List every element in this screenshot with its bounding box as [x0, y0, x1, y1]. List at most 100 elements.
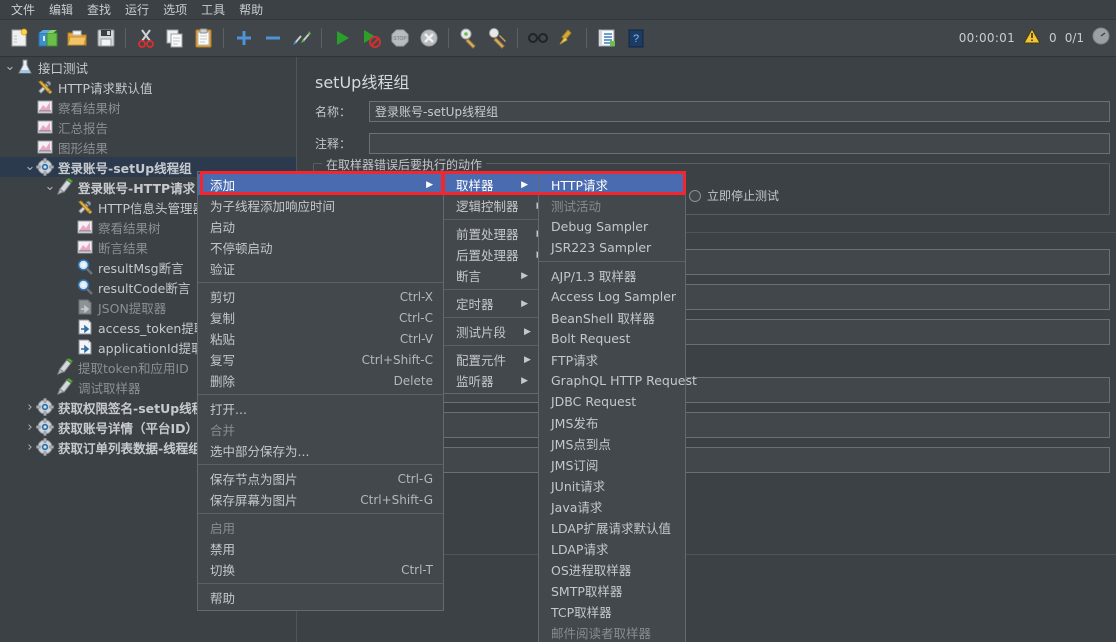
paste-icon[interactable] — [190, 25, 217, 52]
menu-item[interactable]: 选中部分保存为... — [198, 440, 443, 461]
function-helper-icon[interactable] — [593, 25, 620, 52]
menu-item[interactable]: 测试活动 — [539, 195, 685, 216]
menu-file[interactable]: 文件 — [4, 1, 42, 19]
menu-item[interactable]: Java请求 — [539, 496, 685, 517]
menu-item[interactable]: TCP取样器 — [539, 601, 685, 622]
tree-context-menu[interactable]: 添加 ▶ 为子线程添加响应时间 启动 不停顿启动 验证剪切 Ctrl-X 复制 Ctrl-C 粘贴… — [197, 171, 444, 611]
menu-item[interactable]: 后置处理器▶ — [444, 244, 543, 265]
comment-input[interactable] — [369, 133, 1110, 154]
save-icon[interactable] — [92, 25, 119, 52]
stop-test-now-radio-row[interactable]: 立即停止测试 — [689, 187, 779, 204]
tree-node[interactable]: ⌄ 接口测试 — [0, 57, 296, 77]
copy-icon[interactable] — [161, 25, 188, 52]
clear-all-icon[interactable] — [484, 25, 511, 52]
menu-item[interactable]: 验证 — [198, 258, 443, 279]
add-submenu[interactable]: 取样器▶逻辑控制器▶ 前置处理器▶后置处理器▶断言▶ 定时器▶ 测试片段▶ 配置元件▶监… — [443, 171, 543, 394]
menu-item[interactable]: JMS发布 — [539, 412, 685, 433]
toolbar-separator — [125, 28, 126, 48]
menu-item[interactable]: 启用 — [198, 517, 443, 538]
menu-item[interactable]: Access Log Sampler — [539, 286, 685, 307]
menu-item[interactable]: Bolt Request — [539, 328, 685, 349]
toggle-icon[interactable] — [288, 25, 315, 52]
tree-node[interactable]: 汇总报告 — [0, 117, 296, 137]
menu-item[interactable]: 粘贴 Ctrl-V — [198, 328, 443, 349]
collapse-all-icon[interactable] — [259, 25, 286, 52]
chevron-down-icon[interactable]: ⌄ — [4, 57, 16, 77]
search-icon[interactable] — [524, 25, 551, 52]
menu-item[interactable]: JMS订阅 — [539, 454, 685, 475]
menu-item[interactable]: 帮助 — [198, 587, 443, 608]
menu-item[interactable]: 邮件阅读者取样器 — [539, 622, 685, 642]
menu-item[interactable]: 启动 — [198, 216, 443, 237]
menu-run[interactable]: 运行 — [118, 1, 156, 19]
tree-node[interactable]: HTTP请求默认值 — [0, 77, 296, 97]
menu-item[interactable]: 保存节点为图片 Ctrl-G — [198, 468, 443, 489]
menu-item[interactable]: 断言 ▶ — [444, 265, 538, 286]
menu-item[interactable]: AJP/1.3 取样器 — [539, 265, 685, 286]
menu-item[interactable]: FTP请求 — [539, 349, 685, 370]
expand-all-icon[interactable] — [230, 25, 257, 52]
menu-item[interactable]: 为子线程添加响应时间 — [198, 195, 443, 216]
menu-item[interactable]: 前置处理器▶ — [444, 223, 543, 244]
menu-item[interactable]: JSR223 Sampler — [539, 237, 685, 258]
menu-item[interactable]: LDAP请求 — [539, 538, 685, 559]
menu-tools[interactable]: 工具 — [194, 1, 232, 19]
menu-item[interactable]: LDAP扩展请求默认值 — [539, 517, 685, 538]
menu-item[interactable]: 监听器 ▶ — [444, 370, 538, 391]
templates-icon[interactable] — [34, 25, 61, 52]
menu-item[interactable]: 保存屏幕为图片 Ctrl+Shift-G — [198, 489, 443, 510]
sampler-submenu[interactable]: HTTP请求 测试活动 Debug Sampler JSR223 Sampler AJP… — [538, 171, 697, 642]
menu-item[interactable]: 删除 Delete — [198, 370, 443, 391]
menu-search[interactable]: 查找 — [80, 1, 118, 19]
menu-item[interactable]: 合并 — [198, 419, 443, 440]
menu-item-label: 逻辑控制器 — [456, 199, 519, 214]
menu-item[interactable]: 取样器 ▶ — [444, 174, 538, 195]
chevron-right-icon[interactable]: › — [24, 437, 36, 457]
menu-item[interactable]: 复写 Ctrl+Shift-C — [198, 349, 443, 370]
tree-node[interactable]: 察看结果树 — [0, 97, 296, 117]
tree-node-label: applicationId提取 — [98, 340, 204, 356]
menu-item[interactable]: 剪切 Ctrl-X — [198, 286, 443, 307]
chevron-right-icon[interactable]: › — [24, 417, 36, 437]
search-reset-icon[interactable] — [553, 25, 580, 52]
menu-item[interactable]: 切换 Ctrl-T — [198, 559, 443, 580]
shutdown-icon[interactable] — [415, 25, 442, 52]
tree-node[interactable]: 图形结果 — [0, 137, 296, 157]
cut-icon[interactable] — [132, 25, 159, 52]
menu-item[interactable]: 测试片段 ▶ — [444, 321, 538, 342]
name-input[interactable]: 登录账号-setUp线程组 — [369, 101, 1110, 122]
menu-item[interactable]: SMTP取样器 — [539, 580, 685, 601]
menu-item[interactable]: HTTP请求 — [539, 174, 685, 195]
start-icon[interactable] — [328, 25, 355, 52]
menu-edit[interactable]: 编辑 — [42, 1, 80, 19]
menu-item[interactable]: OS进程取样器 — [539, 559, 685, 580]
menu-item[interactable]: 定时器 ▶ — [444, 293, 538, 314]
chevron-down-icon[interactable]: ⌄ — [24, 157, 36, 177]
menu-item[interactable]: 不停顿启动 — [198, 237, 443, 258]
menu-help[interactable]: 帮助 — [232, 1, 270, 19]
menu-item[interactable]: JMS点到点 — [539, 433, 685, 454]
menu-item[interactable]: 添加 ▶ — [198, 174, 443, 195]
open-folder-icon[interactable] — [63, 25, 90, 52]
help-icon[interactable]: ? — [622, 25, 649, 52]
menu-item[interactable]: 打开... — [198, 398, 443, 419]
stop-icon[interactable]: STOP — [386, 25, 413, 52]
menu-item[interactable]: BeanShell 取样器 — [539, 307, 685, 328]
menu-options[interactable]: 选项 — [156, 1, 194, 19]
menu-item[interactable]: 复制 Ctrl-C — [198, 307, 443, 328]
chevron-down-icon[interactable]: ⌄ — [44, 177, 56, 197]
start-no-pause-icon[interactable] — [357, 25, 384, 52]
warning-triangle-icon[interactable] — [1023, 27, 1041, 49]
menu-item[interactable]: 逻辑控制器▶ — [444, 195, 543, 216]
new-document-icon[interactable] — [5, 25, 32, 52]
menu-item[interactable]: GraphQL HTTP Request — [539, 370, 697, 391]
clear-icon[interactable] — [455, 25, 482, 52]
chevron-right-icon[interactable]: › — [24, 397, 36, 417]
menu-item[interactable]: Debug Sampler — [539, 216, 685, 237]
menu-item-accelerator: Ctrl-T — [401, 562, 433, 577]
stop-test-now-radio[interactable] — [689, 189, 701, 202]
menu-item[interactable]: 禁用 — [198, 538, 443, 559]
menu-item[interactable]: 配置元件 ▶ — [444, 349, 538, 370]
menu-item[interactable]: JDBC Request — [539, 391, 685, 412]
menu-item[interactable]: JUnit请求 — [539, 475, 685, 496]
